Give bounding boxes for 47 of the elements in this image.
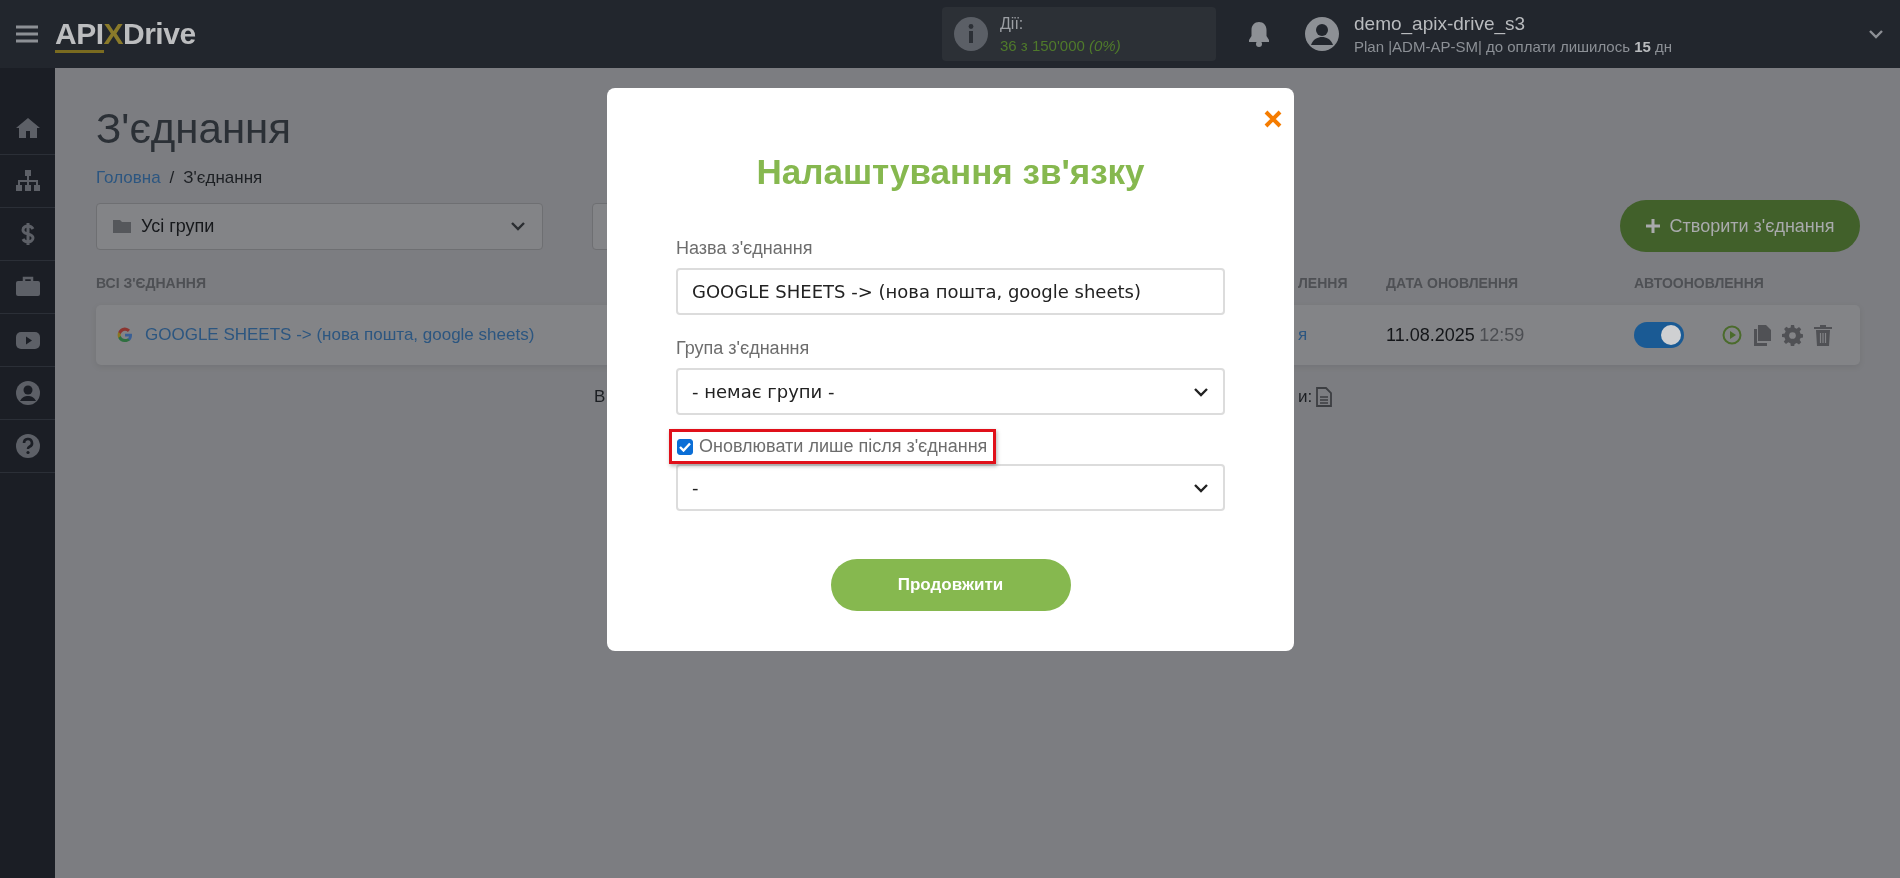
update-date: 11.08.2025 (1386, 324, 1475, 345)
group-select-value: Усі групи (141, 215, 215, 237)
page-title: З'єднання (96, 104, 291, 154)
breadcrumb-current: З'єднання (183, 168, 263, 188)
help-icon[interactable] (14, 433, 41, 459)
close-icon[interactable] (1263, 109, 1283, 129)
chevron-down-icon (1193, 482, 1209, 493)
folder-icon (113, 219, 131, 233)
plan-info: Plan |ADM-AP-SM| до оплати лишилось 15 дн (1354, 38, 1673, 55)
select-value: - немає групи - (692, 381, 835, 402)
chevron-down-icon[interactable] (1868, 29, 1884, 39)
google-icon (117, 327, 133, 343)
actions-value: 36 з 150'000 (0%) (1000, 36, 1121, 54)
input-field[interactable]: GOOGLE SHEETS -> (нова пошта, google sheets) (676, 268, 1225, 315)
copy-icon[interactable] (1753, 324, 1771, 346)
chevron-down-icon (510, 221, 526, 231)
autoupdate-toggle[interactable] (1634, 322, 1684, 348)
group-select[interactable]: Усі групи (96, 202, 543, 250)
text-fragment: В (594, 387, 606, 406)
trash-icon[interactable] (1814, 324, 1832, 346)
settings-icon[interactable] (1782, 324, 1803, 346)
create-connection-button[interactable]: Створити з'єднання (1620, 200, 1860, 252)
chevron-down-icon (1193, 386, 1209, 397)
play-icon[interactable] (1722, 325, 1742, 345)
document-icon[interactable] (1316, 387, 1333, 407)
text-fragment: и: (1298, 387, 1313, 407)
plus-icon (1645, 219, 1660, 233)
table-cell: я (1298, 325, 1308, 344)
user-name[interactable]: demo_apix-drive_s3 (1354, 13, 1673, 35)
info-icon (954, 17, 988, 51)
select-value: - (692, 477, 699, 498)
actions-label: Дії: (1000, 14, 1025, 33)
sitemap-icon[interactable] (14, 168, 41, 194)
bell-icon[interactable] (1248, 21, 1270, 47)
select-field[interactable]: - немає групи - (676, 368, 1225, 415)
select-field[interactable]: - (676, 464, 1225, 511)
field-label: Назва з'єднання (676, 238, 813, 258)
breadcrumb-separator: / (169, 168, 175, 188)
checkbox[interactable] (677, 438, 693, 455)
modal-title: Налаштування зв'язку (755, 151, 1146, 193)
home-icon[interactable] (14, 115, 41, 141)
field-label: Група з'єднання (676, 338, 810, 358)
checkbox-label[interactable]: Оновлювати лише після з'єднання (699, 436, 988, 457)
user-icon[interactable] (14, 380, 41, 406)
avatar-icon[interactable] (1305, 17, 1339, 51)
logo[interactable]: APIXDrive (55, 17, 225, 51)
menu-icon[interactable] (16, 25, 38, 43)
